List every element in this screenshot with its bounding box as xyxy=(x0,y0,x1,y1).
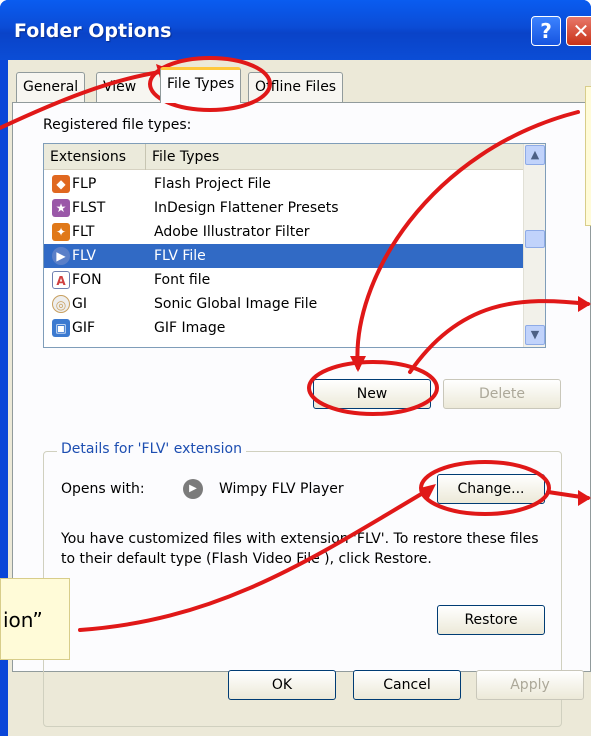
indesign-icon: ★ xyxy=(52,199,70,217)
file-types-panel: Registered file types: Extensions File T… xyxy=(12,102,591,727)
cancel-button[interactable]: Cancel xyxy=(353,670,461,700)
list-row-flv[interactable]: ▶ FLV FLV File xyxy=(44,244,524,268)
list-header: Extensions File Types xyxy=(44,144,524,170)
scroll-thumb[interactable] xyxy=(525,230,545,248)
list-row-flp[interactable]: ◆ FLP Flash Project File xyxy=(44,172,524,196)
row-extension: FLP xyxy=(72,176,97,192)
tab-general[interactable]: General xyxy=(16,72,86,102)
delete-button[interactable]: Delete xyxy=(443,379,561,409)
row-file-type: GIF Image xyxy=(154,320,226,336)
new-button[interactable]: New xyxy=(313,379,431,409)
apply-button[interactable]: Apply xyxy=(476,670,584,700)
details-title: Details for 'FLV' extension xyxy=(57,441,246,457)
tab-offline-files[interactable]: Offline Files xyxy=(248,72,344,102)
list-row-gi[interactable]: ◎ GI Sonic Global Image File xyxy=(44,292,524,316)
row-extension: FLT xyxy=(72,224,95,240)
tab-view[interactable]: View xyxy=(96,72,162,102)
dialog-body: General View Offline Files File Types Re… xyxy=(8,60,591,736)
row-file-type: Sonic Global Image File xyxy=(154,296,318,312)
registered-file-types-label: Registered file types: xyxy=(43,117,192,133)
column-header-extensions[interactable]: Extensions xyxy=(44,144,146,170)
tab-file-types[interactable]: File Types xyxy=(160,67,242,103)
row-extension: GIF xyxy=(72,320,96,336)
disc-icon: ◎ xyxy=(52,295,70,313)
help-button[interactable]: ? xyxy=(531,16,561,46)
opens-with-app: Wimpy FLV Player xyxy=(219,481,344,497)
row-file-type: FLV File xyxy=(154,248,206,264)
list-row-flst[interactable]: ★ FLST InDesign Flattener Presets xyxy=(44,196,524,220)
restore-button[interactable]: Restore xyxy=(437,605,545,635)
row-file-type: Font file xyxy=(154,272,211,288)
row-extension: FLV xyxy=(72,248,96,264)
folder-options-window: Folder Options ? ✕ General View Offline … xyxy=(0,0,591,736)
scroll-up-icon[interactable]: ▲ xyxy=(525,145,545,165)
font-icon: A xyxy=(52,271,70,289)
list-scrollbar[interactable]: ▲ ▼ xyxy=(523,144,545,347)
window-title: Folder Options xyxy=(14,20,172,42)
close-button[interactable]: ✕ xyxy=(566,16,591,46)
list-row-fon[interactable]: A FON Font file xyxy=(44,268,524,292)
row-file-type: Flash Project File xyxy=(154,176,271,192)
play-icon: ▶ xyxy=(52,247,70,265)
row-extension: GI xyxy=(72,296,87,312)
row-extension: FON xyxy=(72,272,102,288)
annotation-callout-left: ion” xyxy=(0,578,70,660)
opens-with-label: Opens with: xyxy=(61,481,145,497)
annotation-callout-right xyxy=(585,86,591,226)
change-button[interactable]: Change... xyxy=(437,474,545,504)
file-types-list[interactable]: Extensions File Types ◆ FLP Flash Projec… xyxy=(43,143,546,348)
illustrator-icon: ✦ xyxy=(52,223,70,241)
gif-image-icon: ▣ xyxy=(52,319,70,337)
row-file-type: InDesign Flattener Presets xyxy=(154,200,339,216)
row-file-type: Adobe Illustrator Filter xyxy=(154,224,310,240)
column-header-file-types[interactable]: File Types xyxy=(146,144,524,170)
title-bar: Folder Options ? ✕ xyxy=(0,0,591,60)
customization-info: You have customized files with extension… xyxy=(61,531,539,567)
flash-project-icon: ◆ xyxy=(52,175,70,193)
wimpy-player-icon: ▶ xyxy=(183,479,203,499)
list-row-flt[interactable]: ✦ FLT Adobe Illustrator Filter xyxy=(44,220,524,244)
scroll-down-icon[interactable]: ▼ xyxy=(525,325,545,345)
ok-button[interactable]: OK xyxy=(228,670,336,700)
list-row-gif[interactable]: ▣ GIF GIF Image xyxy=(44,316,524,340)
row-extension: FLST xyxy=(72,200,106,216)
